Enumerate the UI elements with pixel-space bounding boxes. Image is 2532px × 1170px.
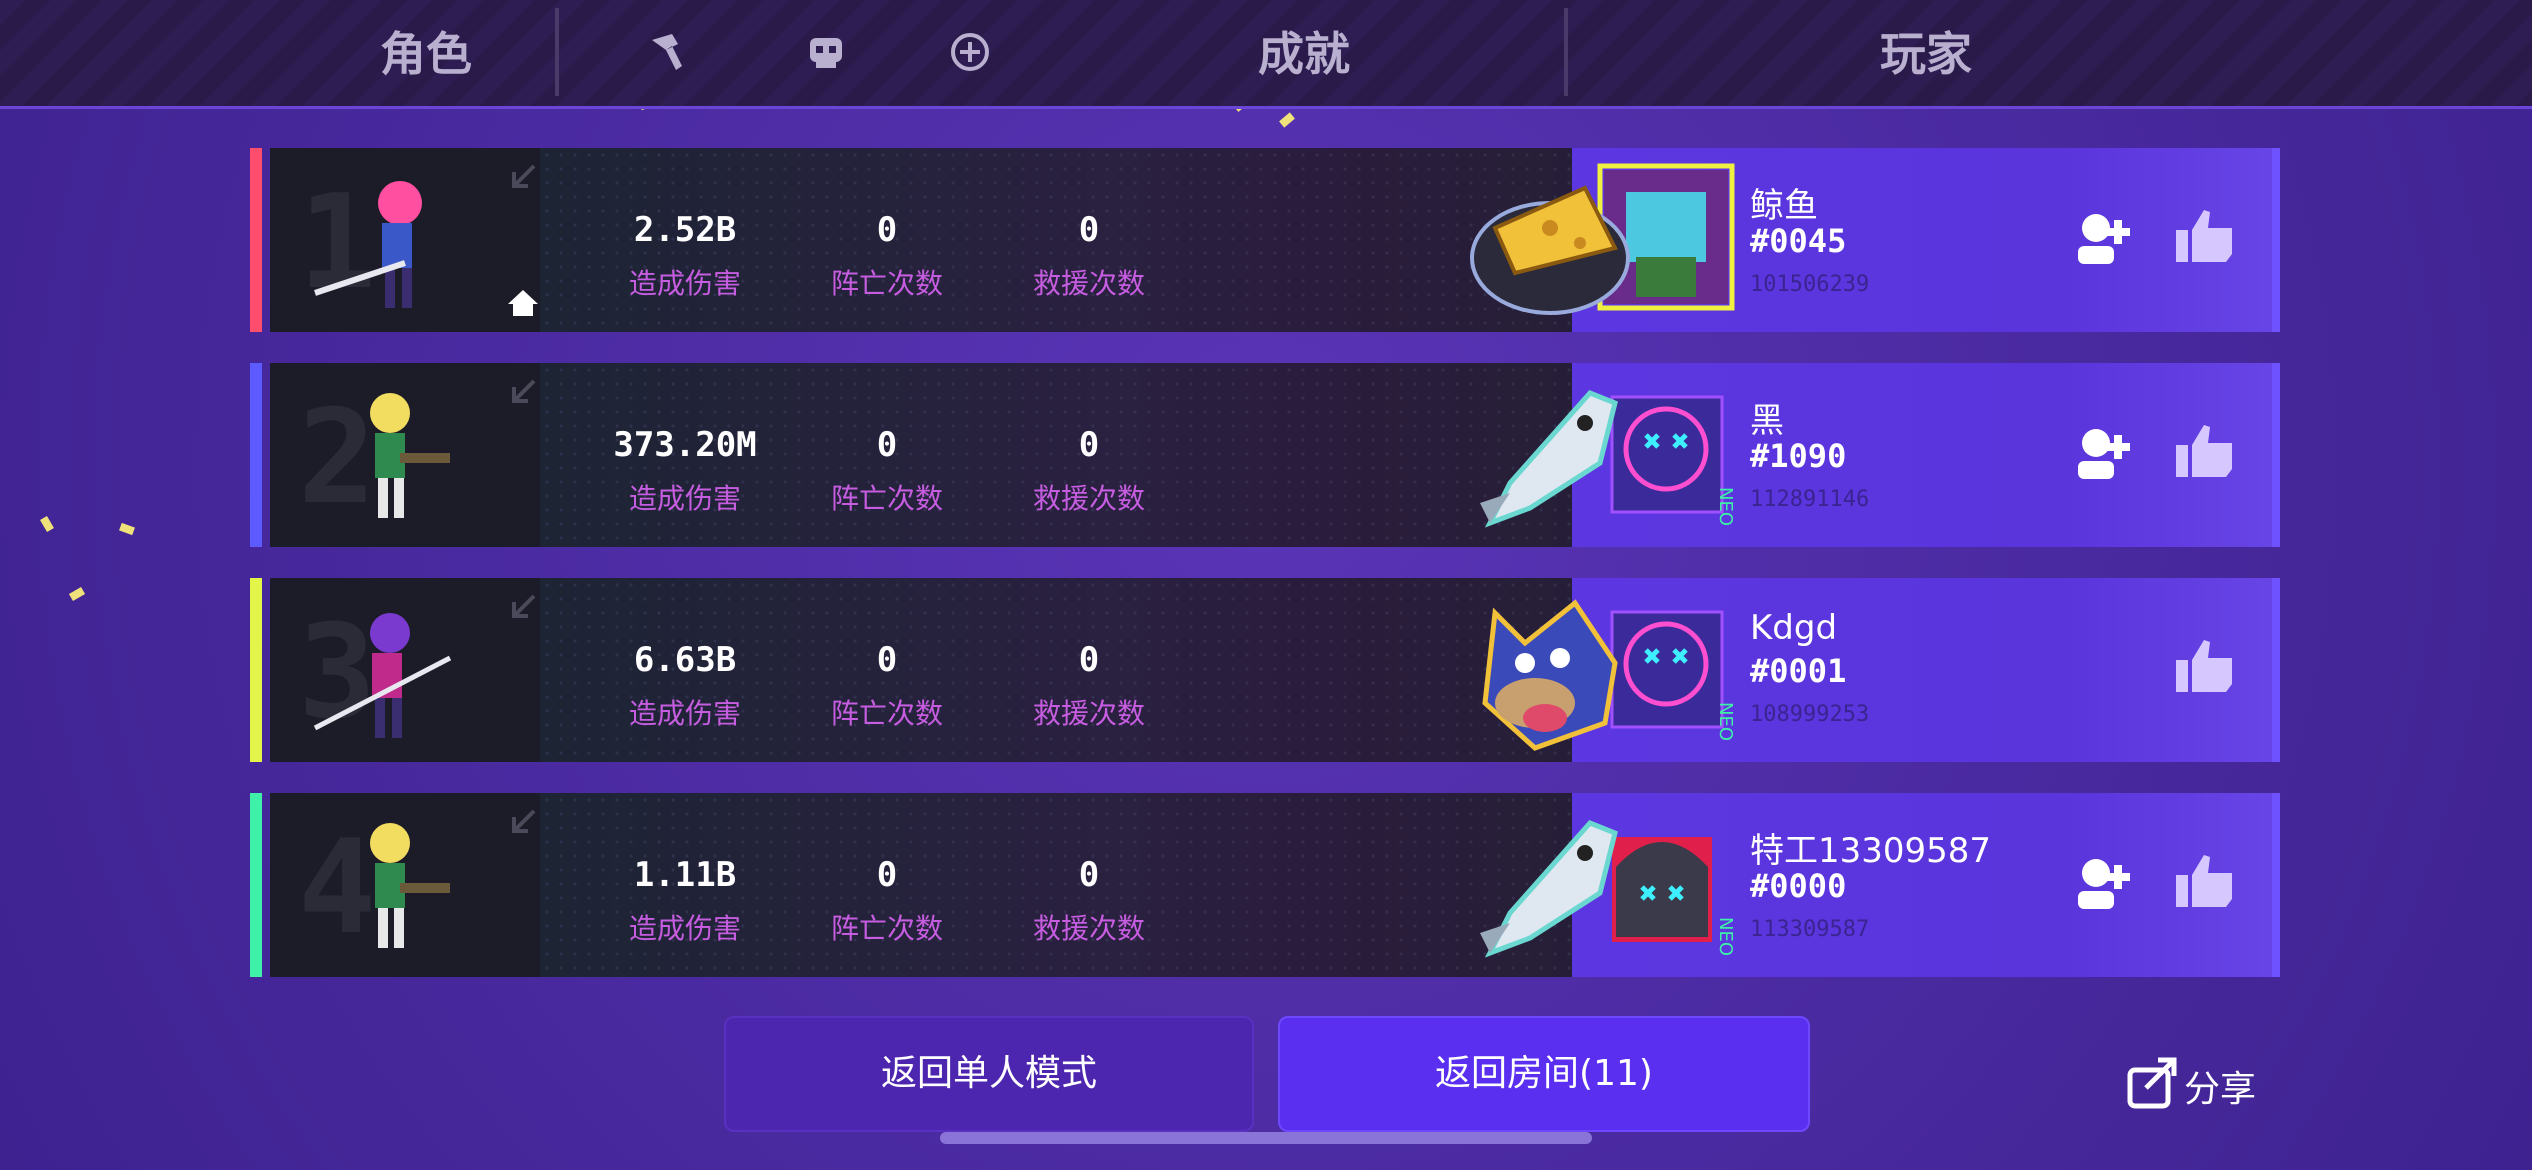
add-friend-icon[interactable] (2072, 206, 2136, 270)
rank-stripe (250, 793, 262, 977)
rescues-label: 救援次数 (1032, 912, 1145, 945)
collapse-arrow-icon[interactable] (508, 807, 538, 837)
player-id: 101506239 (1750, 272, 1870, 297)
stats-panel: 6.63B 造成伤害 0 阵亡次数 0 救援次数 (540, 578, 1815, 762)
thumbs-up-icon[interactable] (2172, 419, 2236, 483)
home-indicator[interactable] (940, 1132, 1592, 1144)
divider (555, 8, 559, 96)
thumbs-up-icon[interactable] (2172, 634, 2236, 698)
rescues-value: 0 (1078, 425, 1100, 465)
tab-character[interactable]: 角色 (380, 18, 472, 84)
divider (1564, 8, 1568, 96)
player-row: 3 6.63B 造成伤害 0 阵亡次数 0 救援次数 NEON Kdgd #0001 … (250, 578, 2280, 762)
hammer-icon[interactable] (646, 30, 690, 74)
rescues-label: 救援次数 (1032, 482, 1145, 515)
player-card[interactable]: 鲸鱼 #0045 101506239 (1572, 148, 2280, 332)
player-tag: #0000 (1750, 867, 1847, 905)
card-edge (2272, 578, 2280, 762)
svg-text:NEON: NEON (1715, 487, 1736, 527)
collapse-arrow-icon[interactable] (508, 377, 538, 407)
player-name: 鲸鱼 (1750, 186, 1818, 226)
player-row: 4 1.11B 造成伤害 0 阵亡次数 0 救援次数 NEON 特工13309587 … (250, 793, 2280, 977)
player-row: 1 2.52B 造成伤害 0 阵亡次数 0 救援次数 鲸鱼 #0045 1015062… (250, 148, 2280, 332)
damage-value: 1.11B (633, 855, 737, 895)
player-tag: #0001 (1750, 652, 1847, 690)
header-bar: 角色 成就 玩家 (0, 0, 2532, 109)
player-id: 113309587 (1750, 917, 1870, 942)
player-card[interactable]: NEON 特工13309587 #0000 113309587 (1572, 793, 2280, 977)
player-name: 黑 (1750, 401, 1784, 441)
character-portrait[interactable]: 1 (270, 148, 540, 332)
card-edge (2272, 148, 2280, 332)
rescues-label: 救援次数 (1032, 267, 1145, 300)
thumbs-up-icon[interactable] (2172, 204, 2236, 268)
fish-icon (1480, 820, 1618, 958)
deaths-label: 阵亡次数 (830, 912, 943, 945)
player-tag: #0045 (1750, 222, 1847, 260)
deaths-label: 阵亡次数 (830, 482, 943, 515)
deaths-value: 0 (876, 425, 898, 465)
character-portrait[interactable]: 3 (270, 578, 540, 762)
cheese-icon (1470, 185, 1630, 315)
rescues-value: 0 (1078, 855, 1100, 895)
character-sprite (370, 823, 450, 948)
player-name: 特工13309587 (1750, 831, 1992, 871)
character-portrait[interactable]: 2 (270, 363, 540, 547)
damage-label: 造成伤害 (628, 267, 741, 300)
rank-stripe (250, 363, 262, 547)
damage-value: 2.52B (633, 210, 737, 250)
player-name: Kdgd (1750, 608, 1838, 648)
svg-text:NEON: NEON (1715, 702, 1736, 742)
svg-text:NEON: NEON (1715, 917, 1736, 957)
player-card[interactable]: NEON Kdgd #0001 108999253 (1572, 578, 2280, 762)
plus-circle-icon[interactable] (948, 30, 992, 74)
tab-achievements[interactable]: 成就 (1258, 18, 1350, 84)
collapse-arrow-icon[interactable] (508, 592, 538, 622)
character-portrait[interactable]: 4 (270, 793, 540, 977)
rescues-value: 0 (1078, 640, 1100, 680)
stats-panel: 2.52B 造成伤害 0 阵亡次数 0 救援次数 (540, 148, 1815, 332)
deaths-label: 阵亡次数 (830, 697, 943, 730)
host-home-icon (508, 290, 538, 316)
return-room-button[interactable]: 返回房间(11) (1278, 1016, 1810, 1132)
player-row: 2 373.20M 造成伤害 0 阵亡次数 0 救援次数 NEON 黑 #1090 1… (250, 363, 2280, 547)
player-tag: #1090 (1750, 437, 1847, 475)
thumbs-up-icon[interactable] (2172, 849, 2236, 913)
return-single-mode-button[interactable]: 返回单人模式 (724, 1016, 1254, 1132)
deaths-value: 0 (876, 210, 898, 250)
share-icon (2127, 1057, 2177, 1109)
fish-icon (1480, 390, 1618, 528)
rank-stripe (250, 578, 262, 762)
character-sprite (313, 613, 452, 738)
damage-label: 造成伤害 (628, 482, 741, 515)
add-friend-icon[interactable] (2072, 421, 2136, 485)
character-sprite (314, 181, 422, 308)
share-label: 分享 (2184, 1069, 2257, 1110)
card-edge (2272, 793, 2280, 977)
player-id: 112891146 (1750, 487, 1870, 512)
deaths-value: 0 (876, 640, 898, 680)
character-sprite (370, 393, 450, 518)
deaths-label: 阵亡次数 (830, 267, 943, 300)
damage-value: 373.20M (613, 425, 757, 465)
collapse-arrow-icon[interactable] (508, 162, 538, 192)
player-id: 108999253 (1750, 702, 1870, 727)
rescues-label: 救援次数 (1032, 697, 1145, 730)
stats-panel: 373.20M 造成伤害 0 阵亡次数 0 救援次数 (540, 363, 1815, 547)
damage-label: 造成伤害 (628, 912, 741, 945)
card-edge (2272, 363, 2280, 547)
deaths-value: 0 (876, 855, 898, 895)
tab-players[interactable]: 玩家 (1880, 18, 1972, 84)
player-card[interactable]: NEON 黑 #1090 112891146 (1572, 363, 2280, 547)
rank-stripe (250, 148, 262, 332)
add-friend-icon[interactable] (2072, 851, 2136, 915)
rescues-value: 0 (1078, 210, 1100, 250)
damage-label: 造成伤害 (628, 697, 741, 730)
wolf-icon (1482, 599, 1618, 751)
skull-icon[interactable] (804, 30, 848, 74)
damage-value: 6.63B (633, 640, 737, 680)
stats-panel: 1.11B 造成伤害 0 阵亡次数 0 救援次数 (540, 793, 1815, 977)
